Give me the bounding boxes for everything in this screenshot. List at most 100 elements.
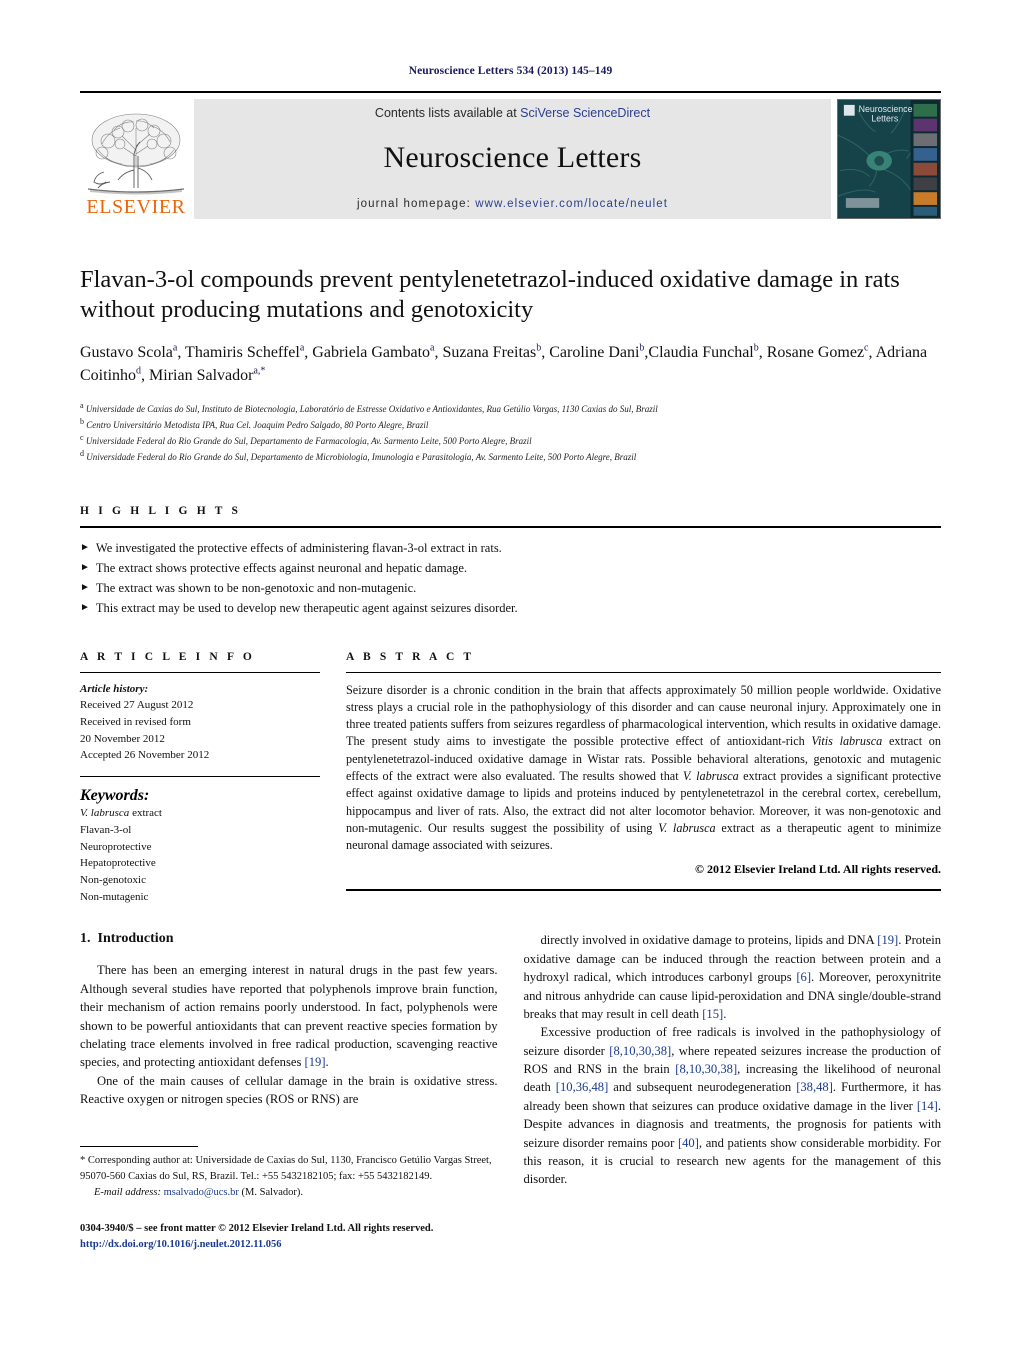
citation-link[interactable]: [19] <box>877 933 898 947</box>
highlight-item: ► The extract was shown to be non-genotox… <box>80 578 941 598</box>
article-title: Flavan-3-ol compounds prevent pentylenet… <box>80 266 900 324</box>
affiliation-item: c Universidade Federal do Rio Grande do … <box>80 433 532 447</box>
highlights-section: H I G H L I G H T S ► We investigated the… <box>80 505 941 619</box>
citation-link[interactable]: [38,48] <box>796 1080 833 1094</box>
homepage-prefix: journal homepage: <box>356 198 476 210</box>
footnote-rule <box>80 1146 198 1148</box>
triangle-right-icon: ► <box>80 582 90 593</box>
keyword-item[interactable]: V. labrusca extract <box>80 805 320 822</box>
cover-title-line1: Neuroscience <box>859 104 913 114</box>
highlight-text: The extract shows protective effects aga… <box>95 560 468 575</box>
abstract-column: A B S T R A C T Seizure disorder is a ch… <box>346 651 941 906</box>
citation-link[interactable]: [40] <box>678 1136 699 1150</box>
author-affiliation-marker: a,* <box>253 366 266 378</box>
highlight-item: ► This extract may be used to develop new… <box>80 598 941 618</box>
citation-link[interactable]: [15] <box>702 1007 723 1021</box>
corresponding-author-note: * Corresponding author at: Universidade … <box>80 1153 498 1185</box>
author-name[interactable]: Thamiris Scheffel <box>185 344 300 361</box>
journal-masthead: ELSEVIER Contents lists available at Sci… <box>80 91 941 219</box>
article-info-column: A R T I C L E I N F O Article history: R… <box>80 651 320 906</box>
paragraph: Excessive production of free radicals is… <box>523 1025 942 1187</box>
affiliation-marker: a <box>80 400 84 410</box>
doi-link[interactable]: http://dx.doi.org/10.1016/j.neulet.2012.… <box>80 1237 498 1253</box>
intro-left-paragraphs: There has been an emerging interest in n… <box>80 961 498 1108</box>
highlights-rule <box>80 525 941 528</box>
author-name[interactable]: Mirian Salvador <box>149 367 253 384</box>
citation-link[interactable]: [19] <box>305 1055 326 1069</box>
abstract-species-name: V. labrusca <box>682 769 739 784</box>
keyword-item[interactable]: Non-genotoxic <box>80 872 320 889</box>
corresponding-marker: * <box>80 1155 86 1167</box>
affiliation-item: b Centro Universitário Metodista IPA, Ru… <box>80 416 429 430</box>
keywords-label: Keywords: <box>80 787 150 805</box>
author-affiliation-marker: c <box>864 342 869 354</box>
author-list: Gustavo Scolaa, Thamiris Scheffela, Gabr… <box>80 342 928 385</box>
paragraph: One of the main causes of cellular damag… <box>80 1073 498 1107</box>
cover-title-line2: Letters <box>871 114 899 124</box>
author-affiliation-marker: b <box>639 342 645 354</box>
corresponding-text: Corresponding author at: Universidade de… <box>80 1155 492 1183</box>
affiliation-marker: d <box>80 449 84 459</box>
highlights-heading: H I G H L I G H T S <box>80 504 242 517</box>
journal-homepage-link[interactable]: www.elsevier.com/locate/neulet <box>475 198 668 210</box>
contents-available-line: Contents lists available at SciVerse Sci… <box>375 106 650 120</box>
citation-link[interactable]: [14] <box>917 1099 938 1113</box>
author-affiliation-marker: d <box>136 366 142 378</box>
elsevier-logo: ELSEVIER <box>80 99 192 219</box>
article-history-block: Article history: Received 27 August 2012… <box>80 681 320 765</box>
journal-cover-thumbnail[interactable]: Neuroscience Letters <box>837 99 941 219</box>
abstract-copyright: © 2012 Elsevier Ireland Ltd. All rights … <box>695 861 941 876</box>
triangle-right-icon: ► <box>80 561 90 573</box>
keywords-list: V. labrusca extract Flavan-3-ol Neuroprote… <box>80 805 320 905</box>
author-name[interactable]: Claudia Funchal <box>648 344 753 361</box>
intro-right-paragraphs: directly involved in oxidative damage to… <box>524 931 942 1188</box>
highlight-text: We investigated the protective effects o… <box>95 540 502 555</box>
paragraph: directly involved in oxidative damage to… <box>523 933 942 1021</box>
affiliation-list: a Universidade de Caxias do Sul, Institu… <box>80 400 941 465</box>
author-name[interactable]: Caroline Dani <box>549 344 639 361</box>
author-name[interactable]: Gustavo Scola <box>80 344 173 361</box>
body-column-right: directly involved in oxidative damage to… <box>524 931 942 1253</box>
abstract-species-name: Vitis labrusca <box>811 734 883 749</box>
citation-link[interactable]: [10,36,48] <box>556 1080 608 1094</box>
article-history-line: Received 27 August 2012 <box>80 699 194 712</box>
author-name[interactable]: Suzana Freitas <box>442 344 536 361</box>
section-title: Introduction <box>97 931 174 947</box>
issn-line: 0304-3940/$ – see front matter © 2012 El… <box>80 1222 434 1234</box>
keyword-item[interactable]: Neuroprotective <box>80 839 320 856</box>
author-name[interactable]: Gabriela Gambato <box>312 344 430 361</box>
keyword-item[interactable]: Flavan-3-ol <box>80 822 320 839</box>
email-note: E-mail address: msalvado@ucs.br (M. Salv… <box>80 1185 498 1201</box>
abstract-text: Seizure disorder is a chronic condition … <box>346 682 941 855</box>
article-history-label: Article history: <box>80 682 149 695</box>
author-affiliation-marker: a <box>430 342 435 354</box>
article-history-line: Accepted 26 November 2012 <box>80 749 210 762</box>
article-info-rule <box>80 671 320 673</box>
affiliation-item: a Universidade de Caxias do Sul, Institu… <box>80 400 658 414</box>
affiliation-item: d Universidade Federal do Rio Grande do … <box>80 449 637 463</box>
keywords-block: Keywords: V. labrusca extract Flavan-3-ol… <box>80 776 320 905</box>
journal-article-page: Neuroscience Letters 534 (2013) 145–149 <box>0 0 1021 1351</box>
introduction-heading: 1. Introduction <box>80 931 498 947</box>
email-label: E-mail address: <box>94 1186 161 1198</box>
author-name[interactable]: Rosane Gomez <box>767 344 864 361</box>
running-head: Neuroscience Letters 534 (2013) 145–149 <box>408 65 613 77</box>
citation-link[interactable]: [8,10,30,38] <box>675 1062 737 1076</box>
highlight-item: ► We investigated the protective effects … <box>80 538 941 558</box>
masthead-center-panel: Contents lists available at SciVerse Sci… <box>194 99 831 219</box>
article-history-line: Received in revised form <box>80 715 191 728</box>
footnote-block: * Corresponding author at: Universidade … <box>80 1146 498 1253</box>
keyword-item[interactable]: Hepatoprotective <box>80 855 320 872</box>
sciencedirect-link[interactable]: SciVerse ScienceDirect <box>520 106 650 120</box>
email-link[interactable]: msalvado@ucs.br <box>164 1187 239 1198</box>
citation-link[interactable]: [6] <box>796 970 811 984</box>
citation-link[interactable]: [8,10,30,38] <box>609 1044 671 1058</box>
author-affiliation-marker: b <box>753 342 759 354</box>
highlight-text: The extract was shown to be non-genotoxi… <box>95 581 417 595</box>
keyword-item[interactable]: Non-mutagenic <box>80 889 320 906</box>
author-affiliation-marker: a <box>299 342 305 354</box>
abstract-species-name: V. labrusca <box>658 821 716 836</box>
affiliation-marker: c <box>80 433 84 443</box>
abstract-rule <box>346 671 941 673</box>
email-person: (M. Salvador). <box>238 1186 304 1198</box>
